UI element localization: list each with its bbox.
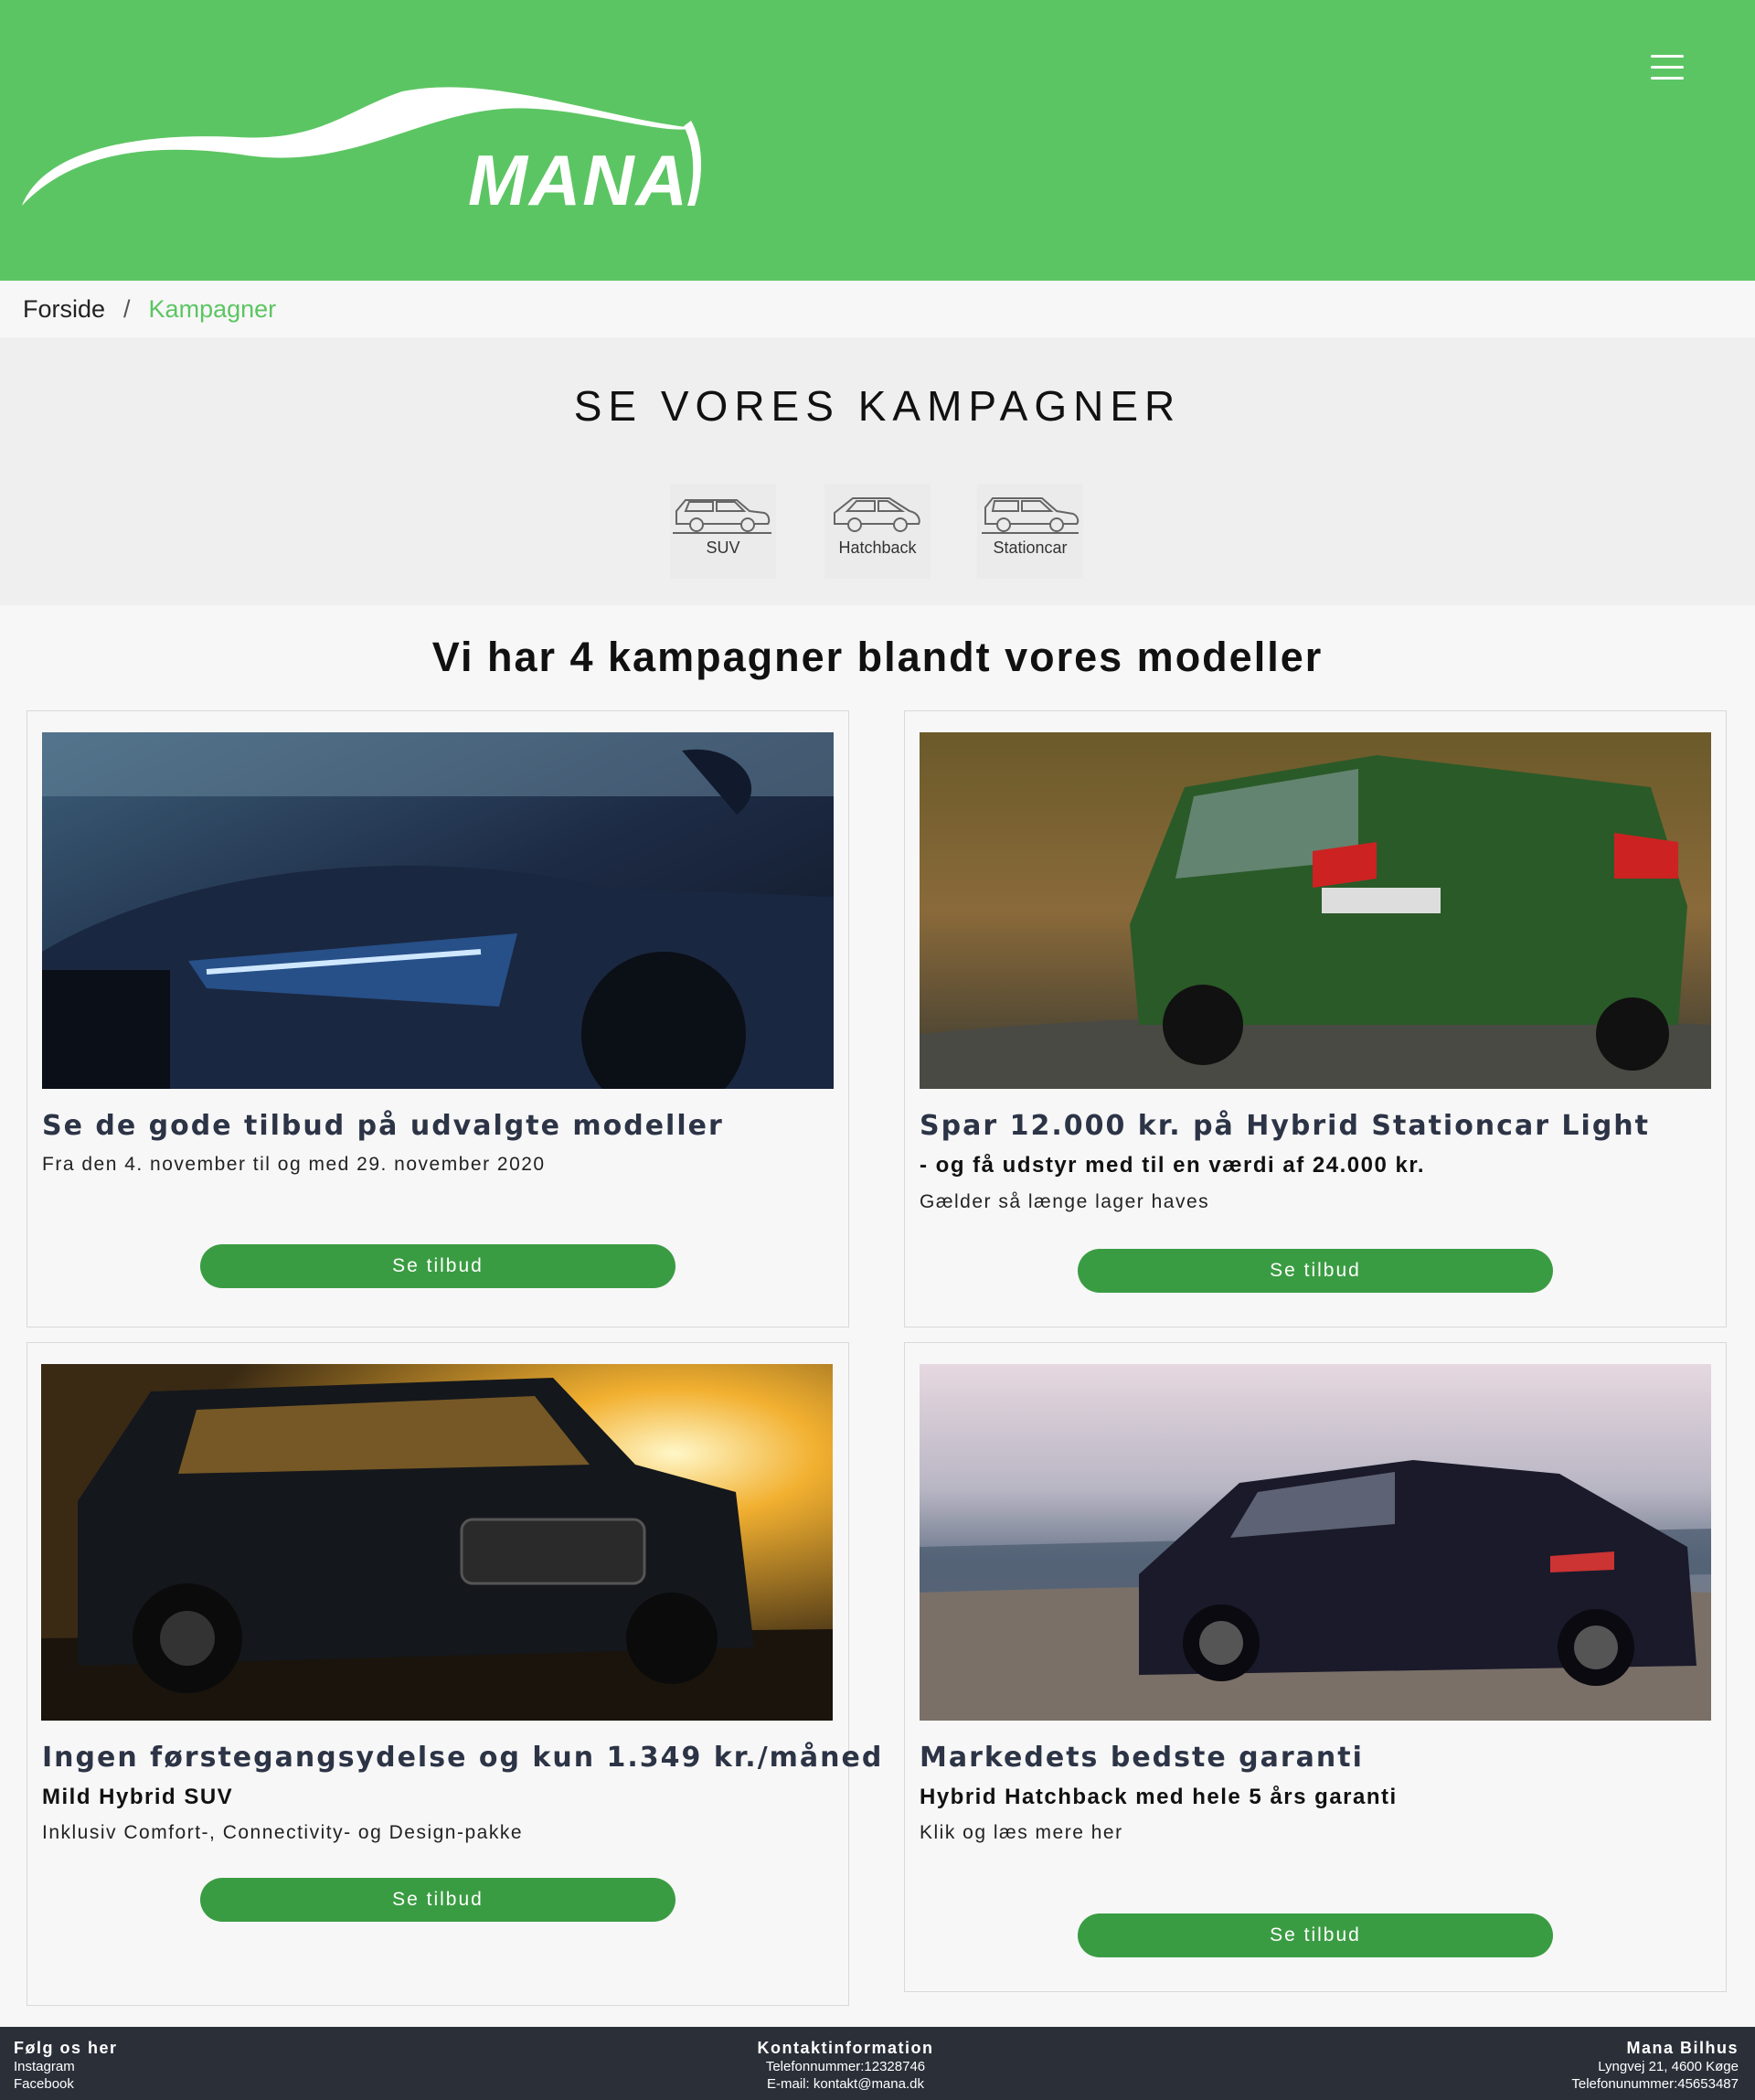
campaign-subtitle: Mild Hybrid SUV: [42, 1785, 234, 1809]
breadcrumb-separator: /: [123, 294, 131, 323]
campaign-title: Spar 12.000 kr. på Hybrid Stationcar Lig…: [920, 1110, 1651, 1142]
category-label: SUV: [706, 538, 740, 557]
footer-company: Mana Bilhus Lyngvej 21, 4600 Køge Telefo…: [1571, 2040, 1739, 2093]
see-offer-button[interactable]: Se tilbud: [200, 1244, 675, 1288]
campaign-hero: SE VORES KAMPAGNER SUV Hatchback Station…: [0, 337, 1755, 605]
breadcrumb-home-link[interactable]: Forside: [23, 295, 105, 324]
page-title: SE VORES KAMPAGNER: [573, 382, 1182, 430]
logo-text: MANA: [468, 140, 689, 220]
campaign-card: Spar 12.000 kr. på Hybrid Stationcar Lig…: [904, 710, 1727, 1327]
campaign-title: Se de gode tilbud på udvalgte modeller: [42, 1110, 724, 1142]
category-label: Stationcar: [993, 538, 1068, 557]
hatchback-car-icon: [834, 497, 920, 532]
facebook-link[interactable]: Facebook: [14, 2075, 118, 2093]
campaign-count-heading: Vi har 4 kampagner blandt vores modeller: [431, 634, 1324, 680]
footer-contact-phone: Telefonnummer:12328746: [765, 2059, 926, 2074]
instagram-link[interactable]: Instagram: [14, 2058, 118, 2075]
campaign-title: Ingen førstegangsydelse og kun 1.349 kr.…: [42, 1742, 884, 1774]
campaign-card: Se de gode tilbud på udvalgte modeller F…: [27, 710, 849, 1327]
campaign-card: Ingen førstegangsydelse og kun 1.349 kr.…: [27, 1342, 881, 2006]
footer-contact-title: Kontaktinformation: [757, 2039, 934, 2057]
category-suv[interactable]: SUV: [670, 484, 776, 579]
campaign-subtitle: - og få udstyr med til en værdi af 24.00…: [920, 1153, 1425, 1178]
campaign-text: Fra den 4. november til og med 29. novem…: [42, 1154, 546, 1175]
footer-contact: Kontaktinformation Telefonnummer:1232874…: [695, 2040, 996, 2093]
campaign-card: Markedets bedste garanti Hybrid Hatchbac…: [904, 1342, 1727, 1992]
see-offer-button[interactable]: Se tilbud: [1078, 1249, 1553, 1293]
campaign-title: Markedets bedste garanti: [920, 1742, 1364, 1774]
campaign-image[interactable]: [41, 1364, 833, 1721]
campaign-subtitle: Hybrid Hatchback med hele 5 års garanti: [920, 1785, 1398, 1809]
footer-social-title: Følg os her: [14, 2039, 118, 2057]
campaign-text: Klik og læs mere her: [920, 1822, 1123, 1843]
campaign-text: Gælder så længe lager haves: [920, 1191, 1210, 1212]
stationcar-car-icon: [982, 497, 1080, 534]
footer-contact-email[interactable]: E-mail: kontakt@mana.dk: [695, 2075, 996, 2093]
category-hatchback[interactable]: Hatchback: [824, 484, 931, 579]
campaign-image[interactable]: [920, 1364, 1711, 1721]
footer-company-address: Lyngvej 21, 4600 Køge: [1598, 2059, 1739, 2074]
site-footer: Følg os her Instagram Facebook Kontaktin…: [0, 2027, 1755, 2100]
breadcrumb: Forside / Kampagner: [0, 281, 1755, 337]
see-offer-button[interactable]: Se tilbud: [1078, 1913, 1553, 1957]
category-label: Hatchback: [838, 538, 917, 557]
hamburger-menu-icon[interactable]: [1651, 51, 1684, 84]
breadcrumb-current: Kampagner: [148, 294, 277, 323]
campaign-image[interactable]: [42, 732, 834, 1089]
footer-social: Følg os her Instagram Facebook: [14, 2040, 118, 2093]
see-offer-button[interactable]: Se tilbud: [200, 1878, 675, 1922]
campaign-text: Inklusiv Comfort-, Connectivity- og Desi…: [42, 1822, 524, 1843]
suv-car-icon: [673, 499, 771, 534]
footer-company-title: Mana Bilhus: [1626, 2039, 1739, 2057]
category-stationcar[interactable]: Stationcar: [977, 484, 1083, 579]
site-header: MANA: [0, 0, 1755, 281]
campaign-image[interactable]: [920, 732, 1711, 1089]
footer-company-phone: Telefonunummer:45653487: [1571, 2076, 1739, 2092]
